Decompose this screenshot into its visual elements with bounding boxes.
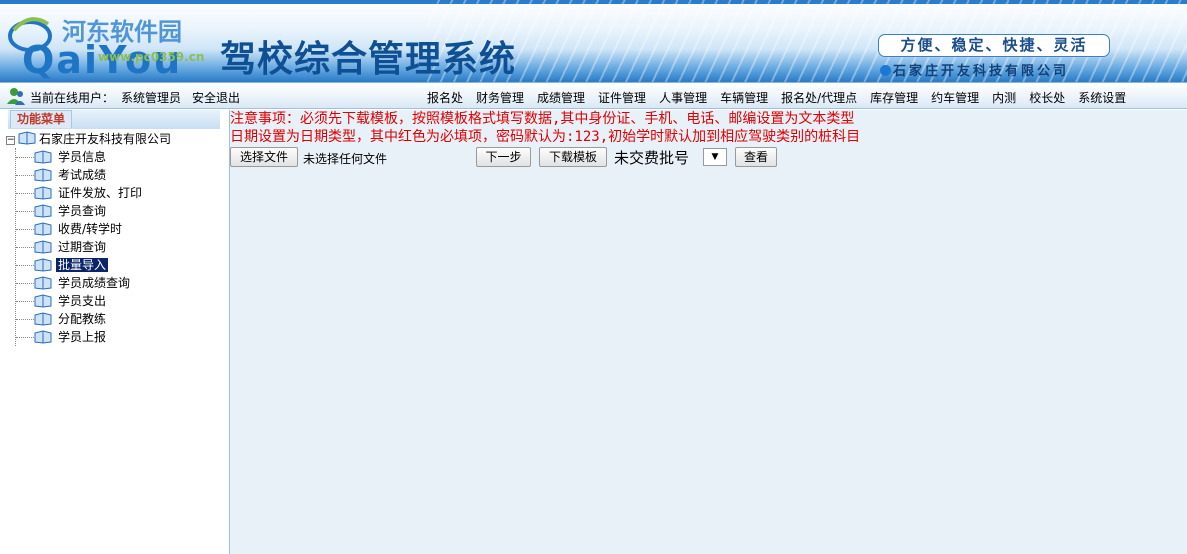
tree-item-student-query[interactable]: 学员查询 [16, 202, 171, 220]
menu-item-certificates[interactable]: 证件管理 [598, 89, 646, 106]
app-title: 驾校综合管理系统 [220, 38, 517, 80]
tree-item-batch-import[interactable]: 批量导入 [16, 256, 171, 274]
online-user-icon [7, 88, 25, 105]
tree-item-label: 证件发放、打印 [58, 186, 143, 200]
book-icon [34, 168, 52, 182]
tree-item-label: 分配教练 [58, 312, 107, 326]
tree-item-student-expense[interactable]: 学员支出 [16, 292, 171, 310]
tree-item-label: 学员支出 [58, 294, 107, 308]
menu-item-scores[interactable]: 成绩管理 [537, 89, 585, 106]
root-book-icon [18, 131, 36, 145]
tree-root[interactable]: − 石家庄开友科技有限公司 [6, 130, 171, 148]
tree-item-label: 学员信息 [58, 150, 107, 164]
company-name: 石家庄开友科技有限公司 [880, 60, 1069, 79]
tree-item-label: 批量导入 [56, 258, 109, 272]
download-template-button[interactable]: 下载模板 [539, 147, 607, 167]
unpaid-batch-select[interactable]: ▼ [703, 148, 727, 166]
top-nav-bar: 当前在线用户： 系统管理员 安全退出 报名处 财务管理 成绩管理 证件管理 人事… [0, 82, 1187, 109]
file-status: 未选择任何文件 [303, 152, 388, 166]
main-content: 注意事项：必须先下载模板，按照模板格式填写数据,其中身份证、手机、电话、邮编设置… [230, 110, 1187, 554]
sidebar: 功能菜单 − 石家庄开友科技有限公司 学员信息 考试成绩 证件发放、打印 学员查询… [0, 110, 230, 554]
tree-item-fees-transfer[interactable]: 收费/转学时 [16, 220, 171, 238]
slogan-box: 方便、稳定、快捷、灵活 [878, 34, 1110, 57]
tree-item-label: 考试成绩 [58, 168, 107, 182]
notice-line-2: 日期设置为日期类型，其中红色为必填项，密码默认为:123,初始学时默认加到相应驾… [230, 129, 861, 145]
tree-item-expired-query[interactable]: 过期查询 [16, 238, 171, 256]
function-menu-tab[interactable]: 功能菜单 [10, 110, 73, 128]
import-notice: 注意事项：必须先下载模板，按照模板格式填写数据,其中身份证、手机、电话、邮编设置… [230, 110, 860, 146]
collapse-toggle-icon[interactable]: − [6, 136, 15, 145]
menu-item-registration[interactable]: 报名处 [427, 89, 463, 106]
unpaid-batch-label: 未交费批号 [614, 149, 690, 167]
view-button[interactable]: 查看 [735, 147, 777, 167]
book-icon [34, 186, 52, 200]
tree-item-label: 收费/转学时 [58, 222, 123, 236]
book-icon [34, 294, 52, 308]
menu-item-vehicles[interactable]: 车辆管理 [720, 89, 768, 106]
main-menu: 报名处 财务管理 成绩管理 证件管理 人事管理 车辆管理 报名处/代理点 库存管… [427, 89, 1139, 106]
tree-item-assign-coach[interactable]: 分配教练 [16, 310, 171, 328]
tree-item-student-report[interactable]: 学员上报 [16, 328, 171, 346]
menu-item-booking[interactable]: 约车管理 [931, 89, 979, 106]
watermark-url: www.pc0359.cn [98, 50, 205, 64]
function-tree: − 石家庄开友科技有限公司 学员信息 考试成绩 证件发放、打印 学员查询 收费/转… [6, 130, 171, 346]
book-icon [34, 240, 52, 254]
menu-item-agents[interactable]: 报名处/代理点 [781, 89, 857, 106]
current-user-name: 系统管理员 [121, 91, 182, 105]
tree-item-label: 过期查询 [58, 240, 107, 254]
next-step-button[interactable]: 下一步 [476, 147, 531, 167]
book-icon [34, 204, 52, 218]
menu-item-settings[interactable]: 系统设置 [1078, 89, 1126, 106]
book-icon [34, 258, 52, 272]
tree-item-exam-scores[interactable]: 考试成绩 [16, 166, 171, 184]
menu-item-principal[interactable]: 校长处 [1029, 89, 1065, 106]
chevron-down-icon: ▼ [711, 152, 719, 162]
tree-item-student-score-query[interactable]: 学员成绩查询 [16, 274, 171, 292]
bullet-dot-icon [880, 65, 891, 76]
online-user-label: 当前在线用户： [30, 91, 115, 105]
book-icon [34, 222, 52, 236]
menu-item-finance[interactable]: 财务管理 [476, 89, 524, 106]
tree-item-label: 学员查询 [58, 204, 107, 218]
tree-item-student-info[interactable]: 学员信息 [16, 148, 171, 166]
notice-line-1: 注意事项：必须先下载模板，按照模板格式填写数据,其中身份证、手机、电话、邮编设置… [230, 111, 855, 127]
tree-item-label: 学员上报 [58, 330, 107, 344]
book-icon [34, 150, 52, 164]
tree-item-label: 学员成绩查询 [58, 276, 131, 290]
logout-link[interactable]: 安全退出 [192, 89, 240, 106]
tree-children: 学员信息 考试成绩 证件发放、打印 学员查询 收费/转学时 过期查询 批量导入 … [15, 148, 171, 346]
book-icon [34, 276, 52, 290]
header-banner: 河东软件园 QaiYou www.pc0359.cn 驾校综合管理系统 方便、稳… [0, 0, 1187, 82]
choose-file-button[interactable]: 选择文件 [230, 147, 298, 167]
tree-root-label: 石家庄开友科技有限公司 [39, 132, 172, 146]
menu-item-inventory[interactable]: 库存管理 [870, 89, 918, 106]
book-icon [34, 312, 52, 326]
menu-item-internal-test[interactable]: 内测 [992, 89, 1016, 106]
book-icon [34, 330, 52, 344]
company-name-text: 石家庄开友科技有限公司 [893, 64, 1070, 79]
menu-item-personnel[interactable]: 人事管理 [659, 89, 707, 106]
tree-item-certificate-print[interactable]: 证件发放、打印 [16, 184, 171, 202]
